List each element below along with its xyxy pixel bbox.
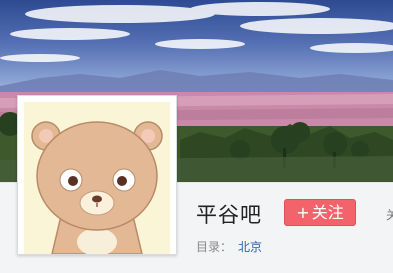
forum-header: 平谷吧 + 关注 目录： 北京 关 (0, 0, 393, 273)
plus-icon: + (296, 203, 310, 222)
category-link[interactable]: 北京 (238, 240, 262, 254)
category-label: 目录： (196, 240, 233, 254)
forum-avatar[interactable] (17, 95, 177, 255)
follow-button[interactable]: + 关注 (284, 199, 356, 226)
category-line: 目录： 北京 (196, 238, 262, 255)
bear-avatar-icon (31, 121, 163, 254)
avatar-background (24, 102, 170, 254)
follow-label: 关注 (311, 203, 344, 222)
forum-title: 平谷吧 (196, 203, 262, 227)
truncated-text: 关 (386, 208, 393, 222)
